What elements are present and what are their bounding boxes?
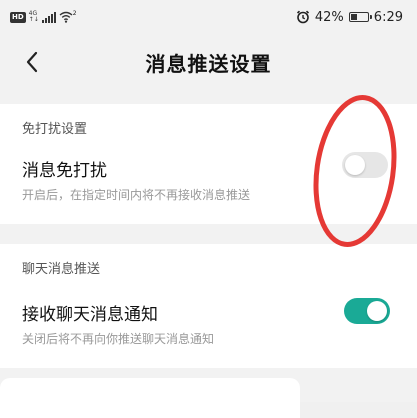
battery-icon bbox=[348, 12, 372, 22]
wifi-label: 2 bbox=[72, 10, 77, 17]
page-title: 消息推送设置 bbox=[145, 52, 272, 76]
network-arrows: ↑↓ bbox=[28, 16, 39, 23]
network-indicator: 4G ↑↓ bbox=[29, 11, 39, 23]
chat-section: 聊天消息推送 接收聊天消息通知 关闭后将不再向你推送聊天消息通知 bbox=[0, 244, 417, 368]
signal-icon bbox=[41, 11, 56, 23]
dnd-section-header: 免打扰设置 bbox=[22, 122, 88, 137]
chat-notify-toggle-knob bbox=[367, 301, 387, 321]
dnd-section: 免打扰设置 消息免打扰 开启后，在指定时间内将不再接收消息推送 bbox=[0, 104, 417, 224]
dnd-toggle[interactable] bbox=[342, 152, 388, 178]
clock-time: 6:29 bbox=[373, 9, 403, 25]
chat-item-subtitle: 关闭后将不再向你推送聊天消息通知 bbox=[22, 332, 215, 346]
chat-section-header: 聊天消息推送 bbox=[22, 262, 101, 277]
dnd-toggle-knob bbox=[345, 155, 365, 175]
chat-item-title: 接收聊天消息通知 bbox=[22, 305, 158, 325]
title-bar: 消息推送设置 bbox=[0, 34, 417, 90]
next-section bbox=[0, 378, 300, 418]
status-bar: HD 4G ↑↓ 2 42% 6:29 bbox=[0, 0, 417, 34]
battery-percent: 42% bbox=[314, 9, 344, 25]
alarm-icon bbox=[296, 10, 310, 24]
dnd-item-title: 消息免打扰 bbox=[22, 161, 107, 181]
chat-notify-toggle[interactable] bbox=[344, 298, 390, 324]
dnd-item-subtitle: 开启后，在指定时间内将不再接收消息推送 bbox=[22, 188, 251, 202]
hd-badge: HD bbox=[10, 11, 26, 23]
status-left: HD 4G ↑↓ 2 bbox=[10, 9, 77, 25]
status-right: 42% 6:29 bbox=[296, 7, 403, 27]
settings-page: HD 4G ↑↓ 2 42% 6:29 消息推送设置 免打扰设置 消息免打扰 开… bbox=[0, 0, 417, 418]
battery-fill bbox=[350, 14, 357, 20]
wifi-icon: 2 bbox=[59, 11, 77, 23]
